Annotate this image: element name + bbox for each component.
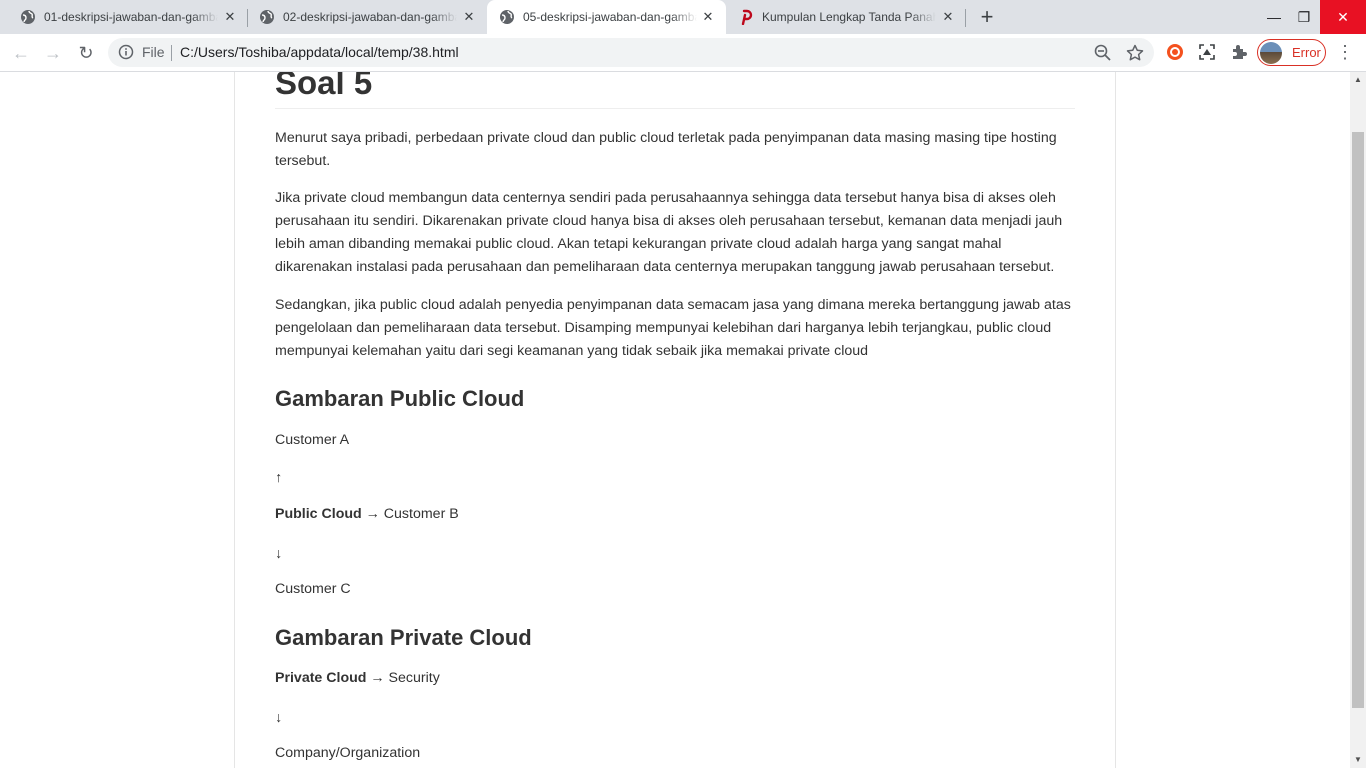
tab-05-deskripsi-active[interactable]: 05-deskripsi-jawaban-dan-gambar ✕: [487, 0, 726, 34]
public-cloud-label: Public Cloud: [275, 506, 362, 522]
reload-button[interactable]: ↻: [74, 41, 98, 65]
close-tab-icon[interactable]: ✕: [222, 9, 238, 25]
tab-divider: [965, 9, 966, 27]
vertical-scrollbar[interactable]: ▲ ▼: [1350, 72, 1366, 768]
private-cloud-row: Private Cloud → Security: [275, 667, 1075, 690]
extension-screenshot-icon[interactable]: [1197, 42, 1217, 62]
extensions-puzzle-icon[interactable]: [1229, 42, 1249, 62]
pinterest-icon: [741, 9, 753, 25]
url-text[interactable]: C:/Users/Toshiba/appdata/local/temp/38.h…: [180, 44, 459, 60]
chrome-menu-icon[interactable]: ⋮: [1336, 42, 1354, 62]
scroll-down-arrow-icon[interactable]: ▼: [1350, 752, 1366, 768]
tab-01-deskripsi[interactable]: 01-deskripsi-jawaban-dan-gambar ✕: [0, 0, 248, 34]
arrow-right: →: [365, 506, 380, 522]
private-cloud-label: Private Cloud: [275, 670, 367, 686]
arrow-down: ↓: [275, 710, 283, 726]
content-container: Soal 5 Menurut saya pribadi, perbedaan p…: [234, 72, 1116, 768]
arrow-down: ↓: [275, 546, 283, 562]
public-customer-b: Customer B: [383, 506, 459, 522]
globe-icon: [260, 10, 274, 24]
globe-icon: [21, 10, 35, 24]
public-customer-c: Customer C: [275, 581, 351, 597]
public-customer-a: Customer A: [275, 432, 350, 448]
omnibox-divider: [171, 45, 172, 61]
address-bar[interactable]: File C:/Users/Toshiba/appdata/local/temp…: [108, 38, 1154, 67]
public-cloud-heading: Gambaran Public Cloud: [275, 386, 525, 411]
public-cloud-row: Public Cloud → Customer B: [275, 503, 1075, 526]
scroll-up-arrow-icon[interactable]: ▲: [1350, 72, 1366, 88]
tab-title: 05-deskripsi-jawaban-dan-gambar: [523, 10, 697, 24]
globe-icon: [500, 10, 514, 24]
avatar: [1260, 41, 1282, 64]
close-window-button[interactable]: ✕: [1320, 0, 1366, 34]
page-viewport: Soal 5 Menurut saya pribadi, perbedaan p…: [0, 72, 1350, 768]
tab-strip: 01-deskripsi-jawaban-dan-gambar ✕ 02-des…: [0, 0, 1366, 34]
arrow-right: →: [370, 670, 385, 686]
tab-title: Kumpulan Lengkap Tanda Panah: [762, 10, 936, 24]
file-scheme-label: File: [142, 44, 165, 60]
zoom-out-icon[interactable]: [1093, 43, 1113, 63]
tab-title: 02-deskripsi-jawaban-dan-gambar: [283, 10, 457, 24]
private-cloud-heading: Gambaran Private Cloud: [275, 625, 532, 650]
info-icon[interactable]: [118, 44, 134, 60]
profile-error-button[interactable]: Error: [1257, 39, 1326, 66]
extension-record-icon[interactable]: [1165, 42, 1185, 62]
close-tab-icon[interactable]: ✕: [461, 9, 477, 25]
bookmark-star-icon[interactable]: [1125, 43, 1145, 63]
tab-kumpulan-tanda-panah[interactable]: Kumpulan Lengkap Tanda Panah ✕: [726, 0, 966, 34]
tab-title: 01-deskripsi-jawaban-dan-gambar: [44, 10, 218, 24]
toolbar: ← → ↻ File C:/Users/Toshiba/appdata/loca…: [0, 34, 1366, 72]
page-title: Soal 5: [275, 72, 1075, 109]
forward-button[interactable]: →: [41, 41, 65, 65]
close-tab-icon[interactable]: ✕: [700, 9, 716, 25]
arrow-up: ↑: [275, 470, 283, 486]
new-tab-button[interactable]: +: [977, 6, 997, 28]
back-button[interactable]: ←: [9, 41, 33, 65]
close-tab-icon[interactable]: ✕: [940, 9, 956, 25]
scrollbar-thumb[interactable]: [1352, 132, 1364, 708]
private-company: Company/Organization: [275, 745, 421, 761]
paragraph-1: Menurut saya pribadi, perbedaan private …: [275, 130, 1057, 169]
profile-status-label: Error: [1292, 45, 1321, 60]
private-security: Security: [388, 670, 440, 686]
tab-02-deskripsi[interactable]: 02-deskripsi-jawaban-dan-gambar ✕: [239, 0, 487, 34]
paragraph-2: Jika private cloud membangun data center…: [275, 190, 1063, 275]
paragraph-3: Sedangkan, jika public cloud adalah peny…: [275, 297, 1071, 359]
